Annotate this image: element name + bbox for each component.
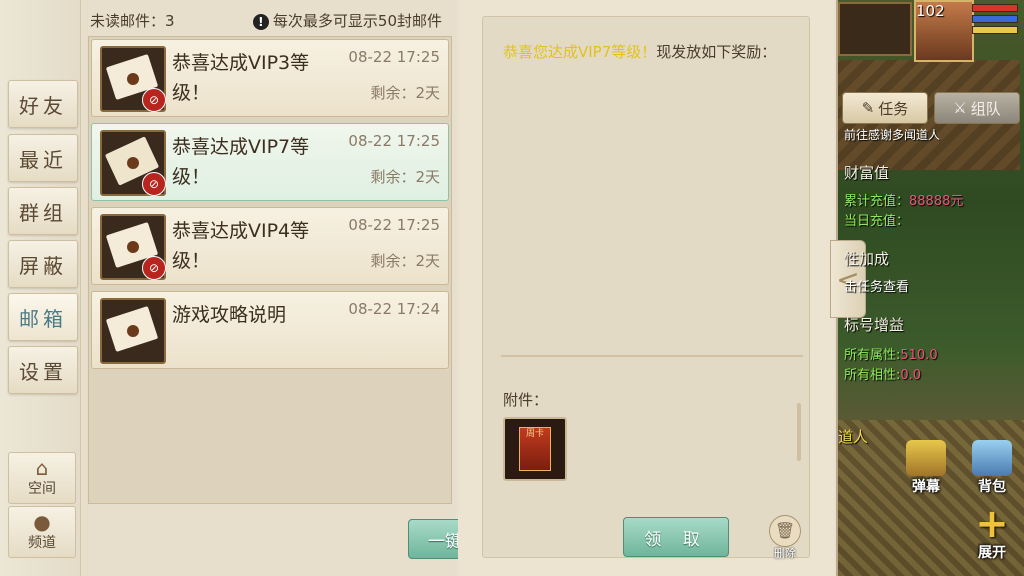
mail-title: 恭喜达成VIP4等级！ (172, 220, 310, 272)
delete-button[interactable]: 🗑 删除 (765, 515, 805, 561)
mail-limit-notice: ! 每次最多可显示50封邮件 (252, 10, 442, 31)
divider (501, 355, 803, 357)
mail-detail-panel: 恭喜您达成VIP7等级！现发放如下奖励： 附件： 周卡 领 取 🗑 删除 (482, 16, 810, 561)
mail-list-area: 未读邮件：3 ! 每次最多可显示50封邮件 ⊘ 恭喜达成VIP3等级！ 08-22… (82, 0, 516, 576)
npc-name[interactable]: 道人 (838, 426, 868, 447)
mail-remaining: 剩余：2天 (370, 84, 440, 102)
unread-count: 未读邮件：3 (90, 12, 175, 30)
mail-date: 08-22 17:25 (348, 132, 440, 150)
status-bars (972, 4, 1018, 37)
tab-mailbox[interactable]: 邮箱 (8, 293, 78, 341)
exp-bar (972, 26, 1018, 34)
mail-envelope-icon: ⊘ (100, 46, 166, 112)
attachment-badge-icon: ⊘ (142, 88, 166, 112)
all-affinity: 所有相性:0.0 (844, 368, 922, 383)
weekly-card-icon: 周卡 (519, 427, 551, 471)
barrage-icon (906, 440, 946, 476)
mail-detail-area: 恭喜您达成VIP7等级！现发放如下奖励： 附件： 周卡 领 取 🗑 删除 (458, 0, 834, 576)
tab-settings[interactable]: 设置 (8, 346, 78, 394)
trash-icon: 🗑 (769, 515, 801, 547)
channel-button[interactable]: ● 频道 (8, 506, 76, 558)
mail-remaining: 剩余：2天 (370, 168, 440, 186)
expand-label: 展开 (978, 545, 1006, 561)
quest-hint[interactable]: 前往感谢多闻道人 (844, 126, 940, 143)
mail-window: 好友 最近 群组 屏蔽 邮箱 设置 ⌂ 空间 ● 频道 未读邮件：3 ! 每次最多… (0, 0, 838, 576)
tab-recent[interactable]: 最近 (8, 134, 78, 182)
attachment-item[interactable]: 周卡 (503, 417, 567, 481)
tab-blocked[interactable]: 屏蔽 (8, 240, 78, 288)
mail-list[interactable]: ⊘ 恭喜达成VIP3等级！ 08-22 17:25 剩余：2天 ⊘ 恭喜达成VI… (88, 36, 452, 504)
space-button[interactable]: ⌂ 空间 (8, 452, 76, 504)
bag-button[interactable]: 背包 (966, 440, 1018, 496)
tab-groups[interactable]: 群组 (8, 187, 78, 235)
total-recharge: 累计充值：88888元 (844, 194, 964, 209)
hp-bar (972, 4, 1018, 12)
player-level: 102 (916, 2, 945, 20)
receive-button[interactable]: 领 取 (623, 517, 729, 557)
mail-body: 恭喜您达成VIP7等级！现发放如下奖励： (503, 39, 793, 65)
mp-bar (972, 15, 1018, 23)
team-button[interactable]: ⚔ 组队 (934, 92, 1020, 124)
sidebar: 好友 最近 群组 屏蔽 邮箱 设置 ⌂ 空间 ● 频道 (0, 0, 81, 576)
bag-icon (972, 440, 1012, 476)
all-attributes: 所有属性:510.0 (844, 348, 938, 363)
mail-item[interactable]: ⊘ 恭喜达成VIP3等级！ 08-22 17:25 剩余：2天 (91, 39, 449, 117)
today-recharge: 当日充值： (844, 214, 910, 229)
mail-envelope-icon (100, 298, 166, 364)
space-label: 空间 (28, 481, 56, 497)
mail-item[interactable]: 游戏攻略说明 08-22 17:24 (91, 291, 449, 369)
barrage-label: 弹幕 (912, 479, 940, 495)
hud-top: 102 (838, 0, 1024, 62)
attachment-scrollbar[interactable] (797, 403, 801, 461)
home-icon: ⌂ (35, 456, 49, 480)
mail-list-header: 未读邮件：3 ! 每次最多可显示50封邮件 (90, 10, 450, 32)
title-bonus-title: 标号增益 (844, 316, 905, 334)
mail-title: 恭喜达成VIP7等级！ (172, 136, 310, 188)
mail-date: 08-22 17:25 (348, 48, 440, 66)
mail-body-text: 现发放如下奖励： (656, 43, 777, 61)
mail-body-highlight: 恭喜您达成VIP7等级！ (503, 43, 657, 61)
hud-frame (838, 2, 912, 56)
attachment-badge-icon: ⊘ (142, 256, 166, 280)
mail-item[interactable]: ⊘ 恭喜达成VIP4等级！ 08-22 17:25 剩余：2天 (91, 207, 449, 285)
mail-title: 游戏攻略说明 (172, 304, 287, 326)
chat-bubble-icon: ● (33, 510, 51, 534)
task-icon: ✎ (861, 99, 875, 117)
mail-date: 08-22 17:25 (348, 216, 440, 234)
task-check-hint[interactable]: 击任务查看 (844, 276, 909, 295)
team-icon: ⚔ (953, 99, 967, 117)
delete-label: 删除 (774, 547, 796, 560)
wealth-title: 财富值 (844, 164, 890, 182)
expand-button[interactable]: + 展开 (966, 502, 1018, 562)
mail-item-selected[interactable]: ⊘ 恭喜达成VIP7等级！ 08-22 17:25 剩余：2天 (91, 123, 449, 201)
mail-date: 08-22 17:24 (348, 300, 440, 318)
channel-label: 频道 (28, 535, 56, 551)
task-button[interactable]: ✎ 任务 (842, 92, 928, 124)
plus-icon: + (975, 501, 1009, 547)
mail-remaining: 剩余：2天 (370, 252, 440, 270)
attr-bonus-title: 性加成 (844, 250, 890, 268)
alert-icon: ! (252, 14, 269, 30)
attachment-list: 周卡 (501, 401, 801, 481)
bag-label: 背包 (978, 479, 1006, 495)
barrage-button[interactable]: 弹幕 (900, 440, 952, 496)
mail-opened-letter-icon: ⊘ (100, 130, 166, 196)
tab-friends[interactable]: 好友 (8, 80, 78, 128)
mail-envelope-icon: ⊘ (100, 214, 166, 280)
attachment-badge-icon: ⊘ (142, 172, 166, 196)
mail-title: 恭喜达成VIP3等级！ (172, 52, 310, 104)
